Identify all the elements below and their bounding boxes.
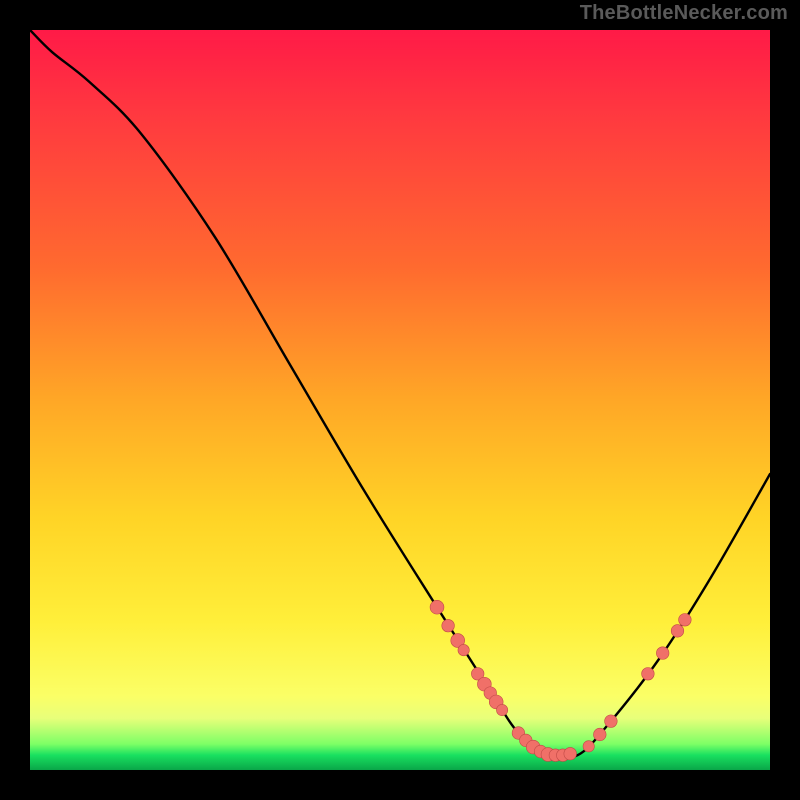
curve-marker bbox=[594, 728, 607, 741]
curve-marker bbox=[642, 668, 655, 681]
plot-area bbox=[30, 30, 770, 770]
curve-marker bbox=[442, 619, 455, 632]
curve-marker bbox=[496, 704, 507, 715]
curve-svg bbox=[30, 30, 770, 770]
curve-marker bbox=[679, 613, 692, 626]
chart-frame: TheBottleNecker.com bbox=[0, 0, 800, 800]
watermark-text: TheBottleNecker.com bbox=[580, 2, 788, 25]
curve-marker bbox=[605, 715, 618, 728]
curve-marker bbox=[583, 741, 594, 752]
curve-marker bbox=[430, 600, 444, 614]
curve-marker bbox=[564, 747, 577, 760]
curve-marker bbox=[671, 625, 684, 638]
curve-marker bbox=[656, 647, 669, 660]
curve-marker bbox=[458, 644, 469, 655]
curve-markers bbox=[430, 600, 691, 761]
